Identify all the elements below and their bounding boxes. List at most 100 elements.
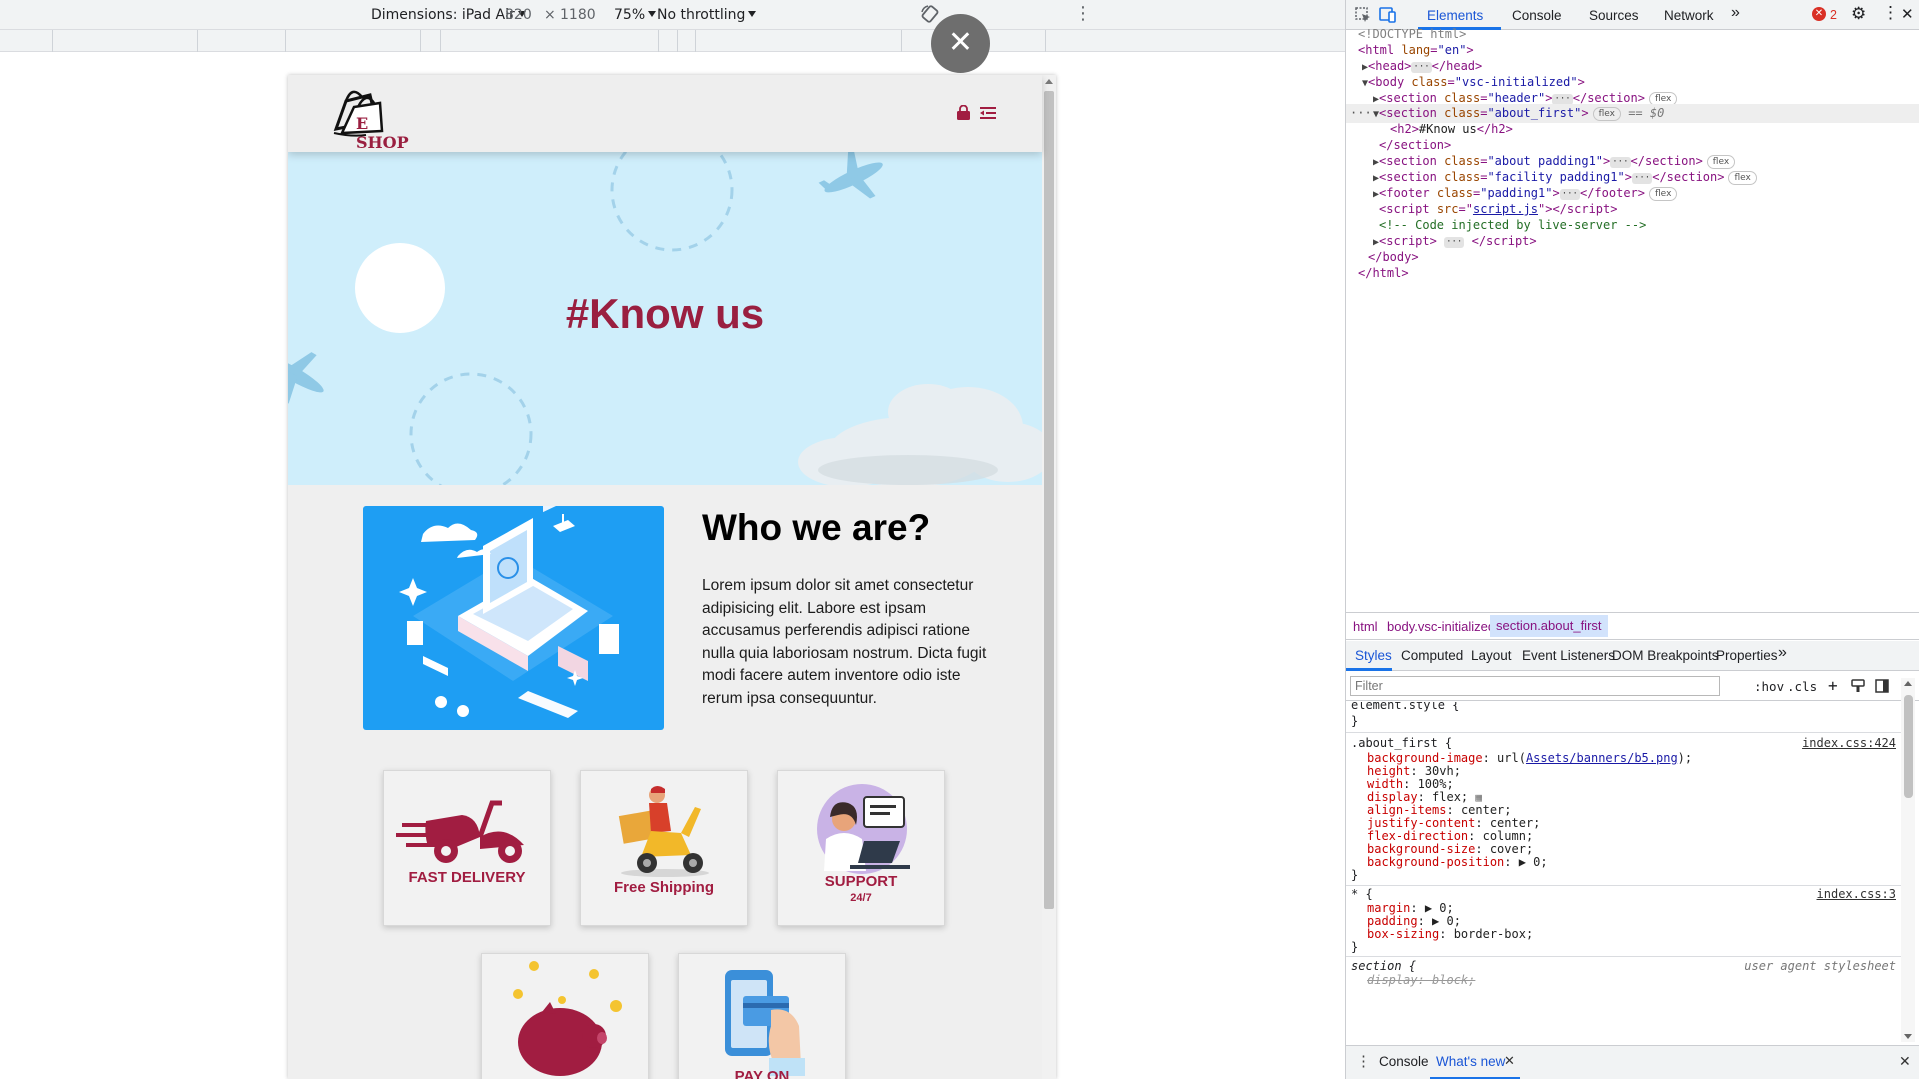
free-shipping-label: Free Shipping (613, 879, 714, 896)
script-js-link: script.js (1472, 202, 1538, 216)
style-prop-background-position[interactable]: background-position: ▶ 0; (1367, 854, 1548, 870)
banner-image-link: Assets/banners/b5.png (1525, 751, 1678, 765)
new-style-rule-icon[interactable]: + (1828, 676, 1838, 695)
dom-html-close[interactable]: </html> (1358, 264, 1409, 283)
width-input[interactable]: 820 (505, 7, 532, 23)
element-style-close: } (1351, 714, 1359, 728)
devtools-more-icon[interactable]: ⋮ (1882, 3, 1899, 23)
paint-brush-icon[interactable] (1851, 679, 1865, 693)
rotate-device-icon[interactable] (920, 4, 940, 24)
site-logo[interactable]: E SHOP (332, 81, 422, 152)
breadcrumb: html body.vsc-initialized section.about_… (1346, 612, 1919, 640)
dimensions-dropdown[interactable]: Dimensions: iPad Air (371, 7, 526, 23)
support-hours-label: 24/7 (850, 892, 872, 904)
devtools-close-icon[interactable]: ✕ (1901, 5, 1914, 23)
more-options-icon[interactable]: ⋮ (1074, 3, 1092, 24)
facility-card-support: SUPPORT 24/7 (777, 770, 945, 926)
support-agent-icon (817, 784, 910, 874)
flex-badge: flex (1592, 107, 1621, 121)
close-whats-new-icon[interactable]: ✕ (1504, 1053, 1515, 1069)
about-first-selector[interactable]: .about_first { (1351, 735, 1452, 751)
mobile-payment-icon (725, 970, 805, 1076)
tab-dom-breakpoints[interactable]: DOM Breakpoints (1612, 648, 1719, 663)
times-sign: × (544, 7, 556, 23)
facility-card-free-shipping: Free Shipping (580, 770, 748, 926)
about-first-close: } (1351, 868, 1359, 882)
cls-toggle[interactable]: .cls (1787, 679, 1817, 694)
drawer-close-icon[interactable]: ✕ (1899, 1053, 1911, 1070)
flex-badge: flex (1728, 171, 1757, 185)
tab-properties[interactable]: Properties (1716, 648, 1778, 663)
error-count[interactable]: 2 (1830, 8, 1837, 22)
who-we-are-text: Lorem ipsum dolor sit amet consectetur a… (702, 577, 987, 707)
dimensions-label: Dimensions: iPad Air (371, 7, 515, 23)
site-header: E SHOP (288, 75, 1042, 152)
about-section: Who we are? Lorem ipsum dolor sit amet c… (288, 485, 1042, 1079)
scroll-up-icon[interactable] (1904, 681, 1912, 686)
piggy-bank-icon (513, 961, 622, 1076)
rule-separator (1346, 956, 1906, 957)
shopping-bag-icon[interactable] (956, 105, 971, 121)
styles-filter-row: :hov .cls + (1346, 671, 1919, 701)
tab-computed[interactable]: Computed (1401, 648, 1463, 663)
who-we-are-heading: Who we are? (702, 507, 931, 548)
device-scrollbar[interactable] (1042, 75, 1056, 1079)
zoom-dropdown[interactable]: 75% (614, 7, 657, 23)
caret-down-icon (648, 11, 657, 17)
toggle-sidebar-icon[interactable] (1875, 679, 1889, 693)
styles-scroll-thumb[interactable] (1904, 695, 1913, 798)
tab-console[interactable]: Console (1512, 8, 1562, 23)
universal-close: } (1351, 940, 1359, 954)
scroll-up-icon[interactable] (1045, 79, 1053, 84)
device-viewport: E SHOP #Know us Who we are? Lorem ipsum … (288, 75, 1056, 1079)
tab-elements[interactable]: Elements (1427, 8, 1483, 23)
isometric-laptop-illustration (399, 506, 619, 718)
more-sub-tabs-chevron-icon[interactable]: » (1778, 644, 1787, 662)
inspect-element-icon[interactable] (1354, 6, 1372, 24)
user-agent-stylesheet-label: user agent stylesheet (1744, 959, 1896, 973)
devtools-drawer: ⋮ Console What's new ✕ ✕ (1346, 1045, 1919, 1079)
media-query-ruler (0, 30, 1345, 52)
caret-down-icon (748, 11, 757, 17)
settings-gear-icon[interactable]: ⚙ (1851, 4, 1866, 24)
facility-card-savings (481, 953, 649, 1079)
error-icon[interactable]: ✕ (1812, 7, 1826, 21)
device-scroll-thumb[interactable] (1044, 91, 1054, 909)
more-tabs-chevron-icon[interactable]: » (1731, 4, 1740, 22)
styles-filter-input[interactable] (1350, 676, 1720, 696)
devtools-panel: Elements Console Sources Network » ✕ 2 ⚙… (1345, 0, 1919, 1079)
scroll-down-icon[interactable] (1904, 1034, 1912, 1039)
flex-badge: flex (1649, 187, 1678, 201)
rule-separator (1346, 732, 1906, 733)
height-input[interactable]: 1180 (560, 7, 596, 23)
throttling-dropdown[interactable]: No throttling (657, 7, 757, 23)
throttling-label: No throttling (657, 7, 746, 23)
styles-sub-tab-bar: Styles Computed Layout Event Listeners D… (1346, 641, 1919, 671)
zoom-label: 75% (614, 7, 646, 23)
breadcrumb-section-about-first[interactable]: section.about_first (1490, 615, 1608, 637)
flex-badge: flex (1706, 155, 1736, 169)
tab-event-listeners[interactable]: Event Listeners (1522, 648, 1615, 663)
tab-styles[interactable]: Styles (1355, 648, 1392, 663)
index-css-3-link[interactable]: index.css:3 (1817, 886, 1896, 902)
element-style-selector[interactable]: element.style { (1351, 702, 1459, 713)
facility-card-pay-on: PAY ON (678, 953, 846, 1079)
style-prop-box-sizing[interactable]: box-sizing: border-box; (1367, 926, 1533, 942)
tab-sources[interactable]: Sources (1589, 8, 1639, 23)
style-prop-display-block[interactable]: display: block; (1367, 972, 1475, 988)
device-toolbar-icon[interactable] (1379, 6, 1397, 24)
close-icon[interactable]: ✕ (931, 14, 990, 73)
breadcrumb-body[interactable]: body.vsc-initialized (1387, 619, 1495, 634)
styles-scrollbar[interactable] (1901, 678, 1915, 1042)
breadcrumb-html[interactable]: html (1353, 619, 1378, 634)
tab-layout[interactable]: Layout (1471, 648, 1512, 663)
styles-pane: element.style { } .about_first { index.c… (1346, 702, 1906, 1042)
drawer-menu-icon[interactable]: ⋮ (1356, 1052, 1371, 1070)
dom-tree: <!DOCTYPE html> <html lang="en"> ▶<head>… (1346, 27, 1919, 610)
menu-icon[interactable] (980, 106, 996, 120)
hov-toggle[interactable]: :hov (1754, 679, 1784, 694)
index-css-424-link[interactable]: index.css:424 (1802, 735, 1896, 751)
tab-network[interactable]: Network (1664, 8, 1714, 23)
drawer-tab-whats-new[interactable]: What's new (1436, 1054, 1505, 1069)
drawer-tab-console[interactable]: Console (1379, 1054, 1429, 1069)
